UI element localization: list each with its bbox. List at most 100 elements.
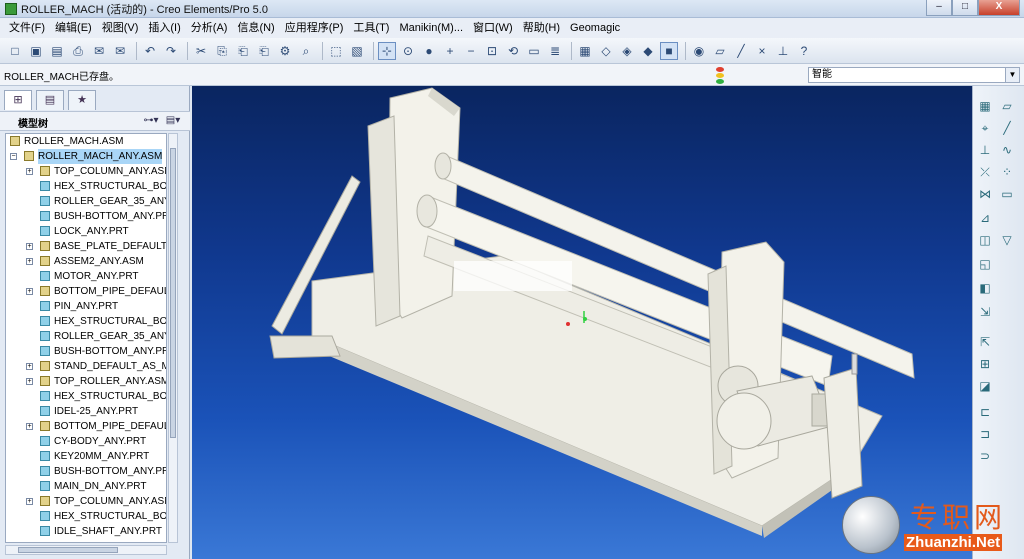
weld-icon[interactable]: ⊃ <box>977 448 993 464</box>
shading-edges-icon[interactable]: ◉ <box>690 42 708 60</box>
saved-views-icon[interactable]: ▭ <box>525 42 543 60</box>
tree-item[interactable]: BUSH-BOTTOM_ANY.PRT <box>6 464 166 479</box>
tree-item[interactable]: ROLLER_GEAR_35_ANY.PRT <box>6 329 166 344</box>
tree-item[interactable]: BUSH-BOTTOM_ANY.PRT <box>6 344 166 359</box>
tree-item[interactable]: + TOP_ROLLER_ANY.ASM <box>6 374 166 389</box>
view-manager-icon[interactable]: ▦ <box>576 42 594 60</box>
point-tool-icon[interactable]: ⤫ <box>977 164 993 180</box>
expand-icon[interactable]: + <box>26 363 33 370</box>
curve-icon[interactable]: ∿ <box>999 142 1015 158</box>
cut-icon[interactable]: ✂ <box>192 42 210 60</box>
csys-icon[interactable]: ⊥ <box>774 42 792 60</box>
tree-item[interactable]: IDLE_SHAFT_ANY.PRT <box>6 524 166 539</box>
tree-item[interactable]: + BOTTOM_PIPE_DEFAULT_A <box>6 284 166 299</box>
hidden-line-icon[interactable]: ◈ <box>618 42 636 60</box>
menu-item-5[interactable]: 信息(N) <box>232 18 279 38</box>
no-hidden-icon[interactable]: ◆ <box>639 42 657 60</box>
tree-vertical-scrollbar[interactable] <box>168 133 178 543</box>
menu-item-10[interactable]: 帮助(H) <box>518 18 565 38</box>
chamfer-icon[interactable]: ◫ <box>977 232 993 248</box>
menu-item-9[interactable]: 窗口(W) <box>468 18 518 38</box>
tree-item[interactable]: + BOTTOM_PIPE_DEFAULT_A <box>6 419 166 434</box>
tree-item[interactable]: IDEL-25_ANY.PRT <box>6 404 166 419</box>
offset-icon[interactable]: ▭ <box>999 186 1015 202</box>
tree-item[interactable]: LOCK_ANY.PRT <box>6 224 166 239</box>
open-icon[interactable]: ▣ <box>27 42 45 60</box>
tree-item[interactable]: + TOP_COLUMN_ANY.ASM <box>6 494 166 509</box>
tree-item[interactable]: BUSH-BOTTOM_ANY.PRT <box>6 209 166 224</box>
mirror-icon[interactable]: ⋈ <box>977 186 993 202</box>
redo-icon[interactable]: ↷ <box>162 42 180 60</box>
print-icon[interactable]: ⎙ <box>69 42 87 60</box>
tree-item[interactable]: + BASE_PLATE_DEFAULT_AS <box>6 239 166 254</box>
paste-icon[interactable]: ⎗ <box>234 42 252 60</box>
expand-icon[interactable]: + <box>26 288 33 295</box>
tree-item[interactable]: PIN_ANY.PRT <box>6 299 166 314</box>
tree-item[interactable]: ROLLER_GEAR_35_ANY.PRT <box>6 194 166 209</box>
tree-item[interactable]: + ASSEM2_ANY.ASM <box>6 254 166 269</box>
csys-tool-icon[interactable]: ╱ <box>999 120 1015 136</box>
rib-icon[interactable]: ◧ <box>977 280 993 296</box>
sheet-metal-icon[interactable]: ⊏ <box>977 404 993 420</box>
sketch-icon[interactable]: ⊥ <box>977 142 993 158</box>
draft-icon[interactable]: ▽ <box>999 232 1015 248</box>
tree-item[interactable]: ROLLER_MACH.ASM <box>6 134 166 149</box>
expand-icon[interactable]: + <box>26 423 33 430</box>
find-icon[interactable]: ⌕ <box>297 42 315 60</box>
spin-center-icon[interactable]: ⊙ <box>399 42 417 60</box>
collapse-icon[interactable]: − <box>10 153 17 160</box>
wireframe-icon[interactable]: ◇ <box>597 42 615 60</box>
tab-model-tree[interactable]: ⊞ <box>4 90 32 110</box>
copy-icon[interactable]: ⎘ <box>213 42 231 60</box>
menu-item-1[interactable]: 编辑(E) <box>50 18 97 38</box>
minimize-button[interactable]: – <box>926 0 952 16</box>
tree-item[interactable]: HEX_STRUCTURAL_BOLT_( <box>6 389 166 404</box>
tree-item[interactable]: + TOP_COLUMN_ANY.ASM <box>6 164 166 179</box>
tree-horizontal-scrollbar[interactable] <box>5 545 167 555</box>
tree-item[interactable]: + STAND_DEFAULT_AS_MAC <box>6 359 166 374</box>
datum-axis-icon[interactable]: ▱ <box>999 98 1015 114</box>
assemble-icon[interactable]: ⇲ <box>977 304 993 320</box>
datum-axes-icon[interactable]: ╱ <box>732 42 750 60</box>
expand-icon[interactable]: + <box>26 243 33 250</box>
reorient-icon[interactable]: ⟲ <box>504 42 522 60</box>
tree-item[interactable]: KEY20MM_ANY.PRT <box>6 449 166 464</box>
paste-special-icon[interactable]: ⎗ <box>255 42 273 60</box>
help-icon[interactable]: ? <box>795 42 813 60</box>
new-icon[interactable]: □ <box>6 42 24 60</box>
datum-plane-icon[interactable]: ▦ <box>977 98 993 114</box>
tree-item[interactable]: HEX_STRUCTURAL_BOLT_( <box>6 314 166 329</box>
spring-icon[interactable]: ⊐ <box>977 426 993 442</box>
menu-item-6[interactable]: 应用程序(P) <box>280 18 349 38</box>
roller-machine-model[interactable] <box>192 86 972 559</box>
datum-points-icon[interactable]: × <box>753 42 771 60</box>
undo-icon[interactable]: ↶ <box>141 42 159 60</box>
menu-item-7[interactable]: 工具(T) <box>348 18 394 38</box>
expand-icon[interactable]: + <box>26 168 33 175</box>
merge-icon[interactable]: ◪ <box>977 378 993 394</box>
maximize-button[interactable]: □ <box>952 0 978 16</box>
graphics-viewport[interactable] <box>192 86 972 559</box>
save-icon[interactable]: ▤ <box>48 42 66 60</box>
datum-planes-icon[interactable]: ▱ <box>711 42 729 60</box>
tree-item[interactable]: MOTOR_ANY.PRT <box>6 269 166 284</box>
create-component-icon[interactable]: ⇱ <box>977 334 993 350</box>
tree-item[interactable]: HEX_STRUCTURAL_BOLT_( <box>6 509 166 524</box>
orient-mode-icon[interactable]: ⊹ <box>378 41 396 60</box>
layers-icon[interactable]: ≣ <box>546 42 564 60</box>
tree-show-button[interactable]: ▤▾ <box>162 114 184 128</box>
zoom-in-icon[interactable]: + <box>441 42 459 60</box>
close-button[interactable]: X <box>978 0 1020 16</box>
tree-item[interactable]: CY-BODY_ANY.PRT <box>6 434 166 449</box>
refit-icon[interactable]: ⊡ <box>483 42 501 60</box>
round-icon[interactable]: ⊿ <box>977 210 993 226</box>
chevron-down-icon[interactable]: ▼ <box>1005 68 1019 82</box>
tree-item[interactable]: HEX_STRUCTURAL_BOLT_( <box>6 179 166 194</box>
tree-settings-button[interactable]: ⊶▾ <box>140 114 162 128</box>
zoom-out-icon[interactable]: − <box>462 42 480 60</box>
tab-folder-browser[interactable]: ▤ <box>36 90 64 110</box>
analysis-icon[interactable]: ⁘ <box>999 164 1015 180</box>
regenerate-icon[interactable]: ⚙ <box>276 42 294 60</box>
email-icon[interactable]: ✉ <box>90 42 108 60</box>
expand-icon[interactable]: + <box>26 258 33 265</box>
